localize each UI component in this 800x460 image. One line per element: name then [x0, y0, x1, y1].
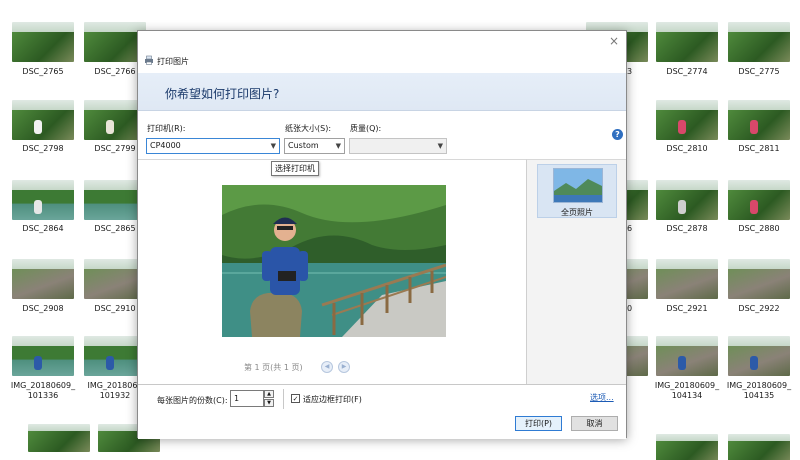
layout-option-label: 全页照片 [561, 208, 593, 217]
gallery-thumbnail[interactable] [12, 180, 74, 220]
layout-option-full-page[interactable]: 全页照片 [537, 164, 617, 218]
quality-select[interactable]: ▼ [349, 138, 447, 154]
copies-decrement-button[interactable]: ▼ [264, 399, 274, 407]
gallery-thumbnail[interactable] [12, 100, 74, 140]
gallery-thumbnail[interactable] [656, 336, 718, 376]
gallery-label: IMG_20180609_ 104134 [650, 381, 724, 401]
chevron-right-icon: ▶ [341, 363, 347, 370]
dialog-heading: 你希望如何打印图片? [165, 87, 280, 101]
print-pictures-dialog: 打印图片 × 你希望如何打印图片? 打印机(R): 纸张大小(S): 质量(Q)… [137, 30, 627, 439]
page-indicator: 第 1 页(共 1 页) [244, 363, 303, 372]
options-link[interactable]: 选项... [590, 392, 614, 403]
quality-label: 质量(Q): [350, 124, 382, 133]
layout-thumbnail-image [554, 169, 602, 202]
gallery-thumbnail[interactable] [656, 180, 718, 220]
chevron-down-icon: ▼ [270, 142, 276, 150]
next-page-button[interactable]: ▶ [338, 361, 350, 373]
gallery-label-line: IMG_20180609_ [10, 381, 76, 390]
gallery-label: DSC_2921 [666, 304, 708, 313]
previous-page-button[interactable]: ◀ [321, 361, 333, 373]
gallery-thumbnail[interactable] [12, 259, 74, 299]
close-icon: × [608, 34, 620, 48]
gallery-label-line: 104134 [671, 391, 703, 400]
paper-size-value: Custom [288, 141, 319, 150]
help-icon[interactable]: ? [612, 129, 623, 140]
paper-size-select[interactable]: Custom ▼ [284, 138, 345, 154]
gallery-thumbnail[interactable] [656, 22, 718, 62]
gallery-thumbnail[interactable] [12, 22, 74, 62]
gallery-thumbnail[interactable] [656, 100, 718, 140]
printer-tooltip: 选择打印机 [271, 161, 319, 176]
gallery-label: DSC_2810 [666, 144, 708, 153]
gallery-label: DSC_2864 [22, 224, 64, 233]
copies-increment-button[interactable]: ▲ [264, 390, 274, 398]
gallery-label: DSC_2878 [666, 224, 708, 233]
footer-separator [283, 389, 284, 409]
gallery-label: DSC_2798 [22, 144, 64, 153]
printer-value: CP4000 [150, 141, 181, 150]
checkmark-icon: ✓ [292, 395, 299, 403]
preview-photo [222, 185, 446, 337]
gallery-label-line: IMG_20180609_ [726, 381, 792, 390]
gallery-thumbnail[interactable] [12, 336, 74, 376]
gallery-label: DSC_2908 [22, 304, 64, 313]
layout-thumbnail [553, 168, 603, 203]
gallery-label: DSC_2775 [738, 67, 780, 76]
gallery-thumbnail[interactable] [728, 100, 790, 140]
close-button[interactable]: × [606, 34, 622, 48]
chevron-left-icon: ◀ [324, 363, 330, 370]
gallery-label: IMG_20180609_ 104135 [722, 381, 796, 401]
dialog-footer: 每张图片的份数(C): 1 ▲ ▼ ✓ 适应边框打印(F) 选项... 打印(P… [138, 384, 626, 439]
printer-label: 打印机(R): [147, 124, 186, 133]
copies-input[interactable]: 1 [230, 390, 264, 407]
gallery-label: IMG_20180609_ 101336 [6, 381, 80, 401]
dialog-title: 打印图片 [157, 57, 189, 66]
gallery-label: DSC_2880 [738, 224, 780, 233]
chevron-down-icon: ▼ [335, 142, 341, 150]
gallery-thumbnail[interactable] [656, 434, 718, 460]
cancel-button[interactable]: 取消 [571, 416, 618, 431]
gallery-label-line: 101336 [27, 391, 59, 400]
gallery-thumbnail[interactable] [728, 22, 790, 62]
copies-label: 每张图片的份数(C): [157, 396, 228, 405]
fit-frame-label[interactable]: 适应边框打印(F) [303, 394, 362, 405]
gallery-label: DSC_2765 [22, 67, 64, 76]
gallery-thumbnail[interactable] [728, 180, 790, 220]
gallery-label: DSC_2811 [738, 144, 780, 153]
chevron-down-icon: ▼ [437, 142, 443, 150]
printer-icon [145, 55, 153, 65]
gallery-thumbnail[interactable] [728, 434, 790, 460]
printer-select[interactable]: CP4000 ▼ [146, 138, 280, 154]
dialog-banner: 你希望如何打印图片? [138, 73, 626, 111]
dialog-titlebar: 打印图片 × [138, 31, 626, 73]
gallery-label: DSC_2922 [738, 304, 780, 313]
layout-panel: 全页照片 [526, 159, 626, 384]
help-glyph: ? [615, 130, 620, 139]
print-button[interactable]: 打印(P) [515, 416, 562, 431]
gallery-label-line: IMG_20180609_ [654, 381, 720, 390]
gallery-thumbnail[interactable] [656, 259, 718, 299]
gallery-thumbnail[interactable] [28, 424, 90, 452]
preview-image [222, 185, 446, 337]
gallery-thumbnail[interactable] [728, 336, 790, 376]
gallery-label-line: 104135 [743, 391, 775, 400]
paper-size-label: 纸张大小(S): [285, 124, 332, 133]
fit-frame-checkbox[interactable]: ✓ [291, 394, 300, 403]
gallery-thumbnail[interactable] [728, 259, 790, 299]
gallery-label: DSC_2774 [666, 67, 708, 76]
